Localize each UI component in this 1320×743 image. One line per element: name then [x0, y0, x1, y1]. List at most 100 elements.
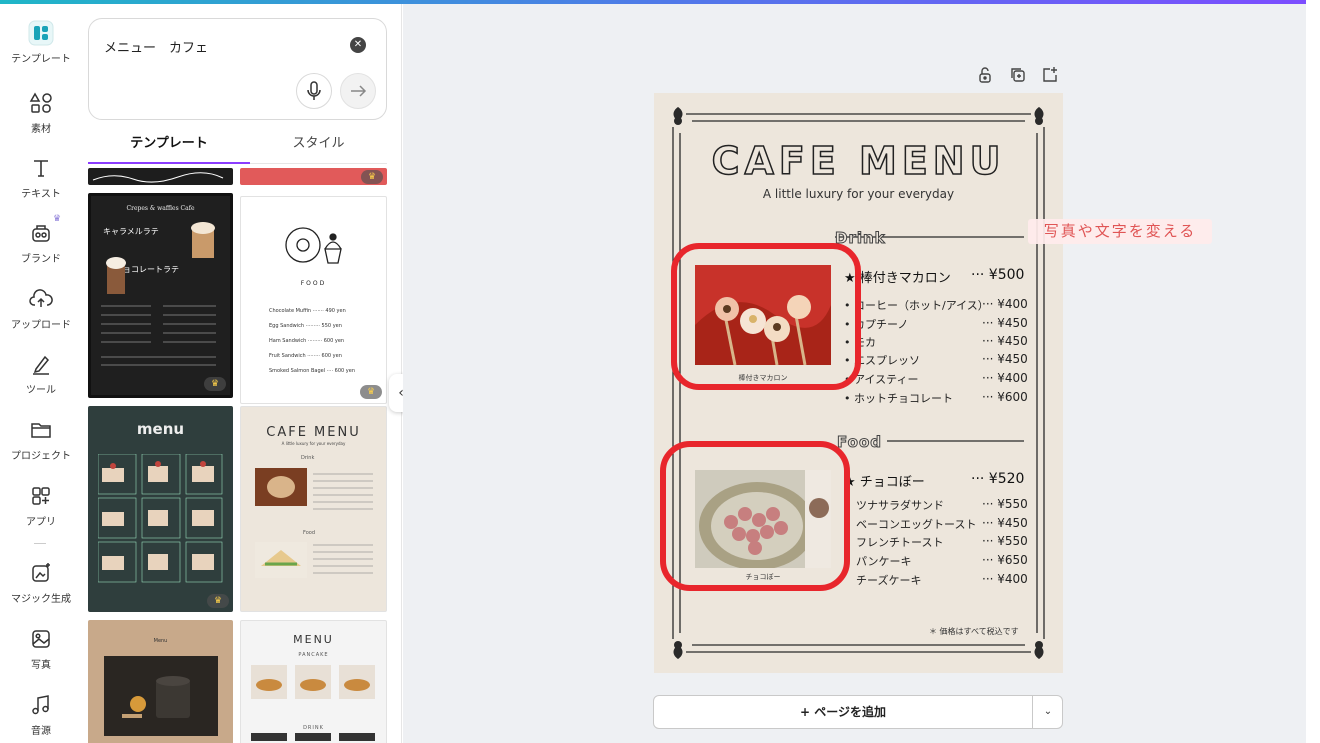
- rail-label: マジック生成: [11, 594, 71, 605]
- food-featured-name[interactable]: ★ チョコぼー: [844, 471, 925, 490]
- music-icon: [32, 695, 49, 715]
- tab-template[interactable]: テンプレート: [88, 132, 250, 164]
- coffee-photo: [255, 468, 307, 506]
- menu-list-lines: [101, 305, 216, 366]
- rail-item-upload[interactable]: アップロード: [0, 286, 82, 346]
- draw-icon: [33, 355, 50, 375]
- panel-tabs: テンプレート スタイル: [88, 132, 387, 164]
- food-item-price[interactable]: ··· ¥650: [982, 553, 1028, 567]
- submit-search-button[interactable]: [340, 73, 376, 109]
- left-rail: テンプレート 素材 テキスト ブランド ♛ アップロード ツール プロジェクト …: [0, 4, 82, 743]
- rail-label: テンプレート: [11, 54, 71, 65]
- design-page[interactable]: CAFE MENU A little luxury for your every…: [654, 93, 1063, 673]
- template-thumbnail-menu-photo[interactable]: Menu: [88, 620, 233, 743]
- thumb-row: Chocolate Muffin ······· 490 yen: [269, 308, 346, 314]
- food-item-name[interactable]: パンケーキ: [856, 553, 912, 569]
- microphone-icon: [307, 81, 321, 100]
- rail-item-audio[interactable]: 音源: [0, 692, 82, 743]
- thumb-row: Egg Sandwich ········· 550 yen: [269, 323, 342, 329]
- thumb-heading: Drink: [301, 455, 315, 461]
- food-item-name[interactable]: チーズケーキ: [856, 572, 921, 588]
- drink-item-name[interactable]: • ホットチョコレート: [844, 390, 953, 406]
- lock-icon[interactable]: [976, 66, 994, 84]
- brand-icon: [32, 225, 50, 242]
- rail-item-brand[interactable]: ブランド ♛: [0, 214, 82, 280]
- template-thumbnail-chalkboard[interactable]: menu ♛: [88, 406, 233, 612]
- food-item-name[interactable]: ツナサラダサンド: [856, 497, 944, 513]
- rail-divider: [34, 543, 46, 544]
- rail-label: 写真: [31, 660, 51, 671]
- thumb-title: CAFE MENU: [266, 425, 361, 440]
- add-page-icon[interactable]: [1041, 66, 1059, 84]
- search-input[interactable]: メニュー カフェ: [104, 37, 208, 56]
- food-heading[interactable]: Food: [837, 433, 882, 452]
- food-item-name[interactable]: フレンチトースト: [856, 534, 943, 550]
- template-panel: メニュー カフェ ✕ テンプレート スタイル ♛ Crepes & waffle…: [82, 4, 402, 743]
- drink-item-name[interactable]: • コーヒー（ホット/アイス）: [844, 297, 989, 313]
- rail-item-apps[interactable]: アプリ: [0, 483, 82, 543]
- drink-illustration: [191, 222, 215, 258]
- voice-search-button[interactable]: [296, 73, 332, 109]
- premium-crown-icon: ♛: [204, 377, 226, 391]
- template-thumbnail-cafe-menu[interactable]: CAFE MENU A little luxury for your every…: [240, 406, 387, 612]
- add-page-button[interactable]: + ページを追加: [654, 696, 1033, 728]
- thumb-row: Ham Sandwich ········· 600 yen: [269, 338, 345, 344]
- thumb-title: menu: [136, 420, 185, 438]
- rail-item-projects[interactable]: プロジェクト: [0, 417, 82, 477]
- drink-item-price[interactable]: ··· ¥400: [982, 297, 1028, 311]
- rail-item-magic[interactable]: マジック生成: [0, 560, 82, 620]
- elements-icon: [29, 92, 52, 113]
- rail-item-text[interactable]: テキスト: [0, 155, 82, 215]
- tab-style[interactable]: スタイル: [250, 132, 387, 164]
- drink-item-price[interactable]: ··· ¥450: [982, 334, 1028, 348]
- rail-label: ツール: [26, 385, 56, 396]
- apps-icon: [32, 487, 50, 505]
- decorative-pattern: [92, 172, 224, 183]
- rail-item-elements[interactable]: 素材: [0, 90, 82, 150]
- thumb-title: Crepes & waffles Cafe: [126, 205, 195, 212]
- drink-item-price[interactable]: ··· ¥450: [982, 316, 1028, 330]
- rail-label: 素材: [31, 124, 51, 135]
- text-icon: [34, 160, 48, 177]
- right-edge: [1306, 0, 1320, 743]
- template-thumbnail[interactable]: ♛: [240, 168, 387, 185]
- premium-crown-icon: ♛: [207, 594, 229, 608]
- food-featured-price[interactable]: ··· ¥520: [971, 471, 1024, 487]
- add-page-control: + ページを追加 ⌄: [653, 695, 1063, 729]
- rail-item-template[interactable]: テンプレート: [0, 20, 82, 80]
- template-thumbnail-pancake[interactable]: MENU PANCAKE DRINK: [240, 620, 387, 743]
- food-item-price[interactable]: ··· ¥550: [982, 497, 1028, 511]
- menu-title[interactable]: CAFE MENU: [654, 138, 1063, 184]
- template-thumbnail-food[interactable]: FOOD Chocolate Muffin ······· 490 yen Eg…: [240, 196, 387, 404]
- premium-crown-icon: ♛: [361, 170, 383, 184]
- thumb-subtitle: A little luxury for your everyday: [281, 441, 346, 446]
- thumb-heading: PANCAKE: [298, 652, 329, 658]
- drink-item-price[interactable]: ··· ¥600: [982, 390, 1028, 404]
- menu-subtitle[interactable]: A little luxury for your everyday: [654, 187, 1063, 201]
- rail-label: テキスト: [21, 189, 61, 200]
- search-box[interactable]: メニュー カフェ ✕: [88, 18, 387, 120]
- template-icon: [28, 20, 54, 46]
- rail-item-photos[interactable]: 写真: [0, 626, 82, 686]
- food-item-price[interactable]: ··· ¥450: [982, 516, 1028, 530]
- template-thumbnail-crepes[interactable]: Crepes & waffles Cafe キャラメルラテ チョコレートラテ ♛: [88, 193, 233, 398]
- drink-item-price[interactable]: ··· ¥450: [982, 352, 1028, 366]
- photo-highlight-ring: [671, 243, 861, 390]
- food-item-price[interactable]: ··· ¥550: [982, 534, 1028, 548]
- rail-label: ブランド: [21, 254, 61, 265]
- food-item-price[interactable]: ··· ¥400: [982, 572, 1028, 586]
- duplicate-page-icon[interactable]: [1009, 66, 1027, 84]
- template-thumbnail[interactable]: [88, 168, 233, 185]
- premium-crown-icon: ♛: [53, 214, 62, 224]
- folder-icon: [31, 423, 51, 438]
- food-item-name[interactable]: ベーコンエッグトースト: [856, 516, 976, 532]
- drink-item-price[interactable]: ··· ¥400: [982, 371, 1028, 385]
- menu-list-lines: [313, 473, 373, 574]
- add-page-options-button[interactable]: ⌄: [1033, 696, 1063, 728]
- clear-search-icon[interactable]: ✕: [350, 37, 366, 53]
- rail-item-tools[interactable]: ツール: [0, 351, 82, 411]
- thumb-row: Smoked Salmon Bagel ···· 600 yen: [269, 368, 355, 374]
- drink-illustration: [106, 257, 126, 294]
- drink-featured-price[interactable]: ··· ¥500: [971, 267, 1024, 283]
- tax-note[interactable]: ＊ 価格はすべて税込です: [929, 626, 1019, 637]
